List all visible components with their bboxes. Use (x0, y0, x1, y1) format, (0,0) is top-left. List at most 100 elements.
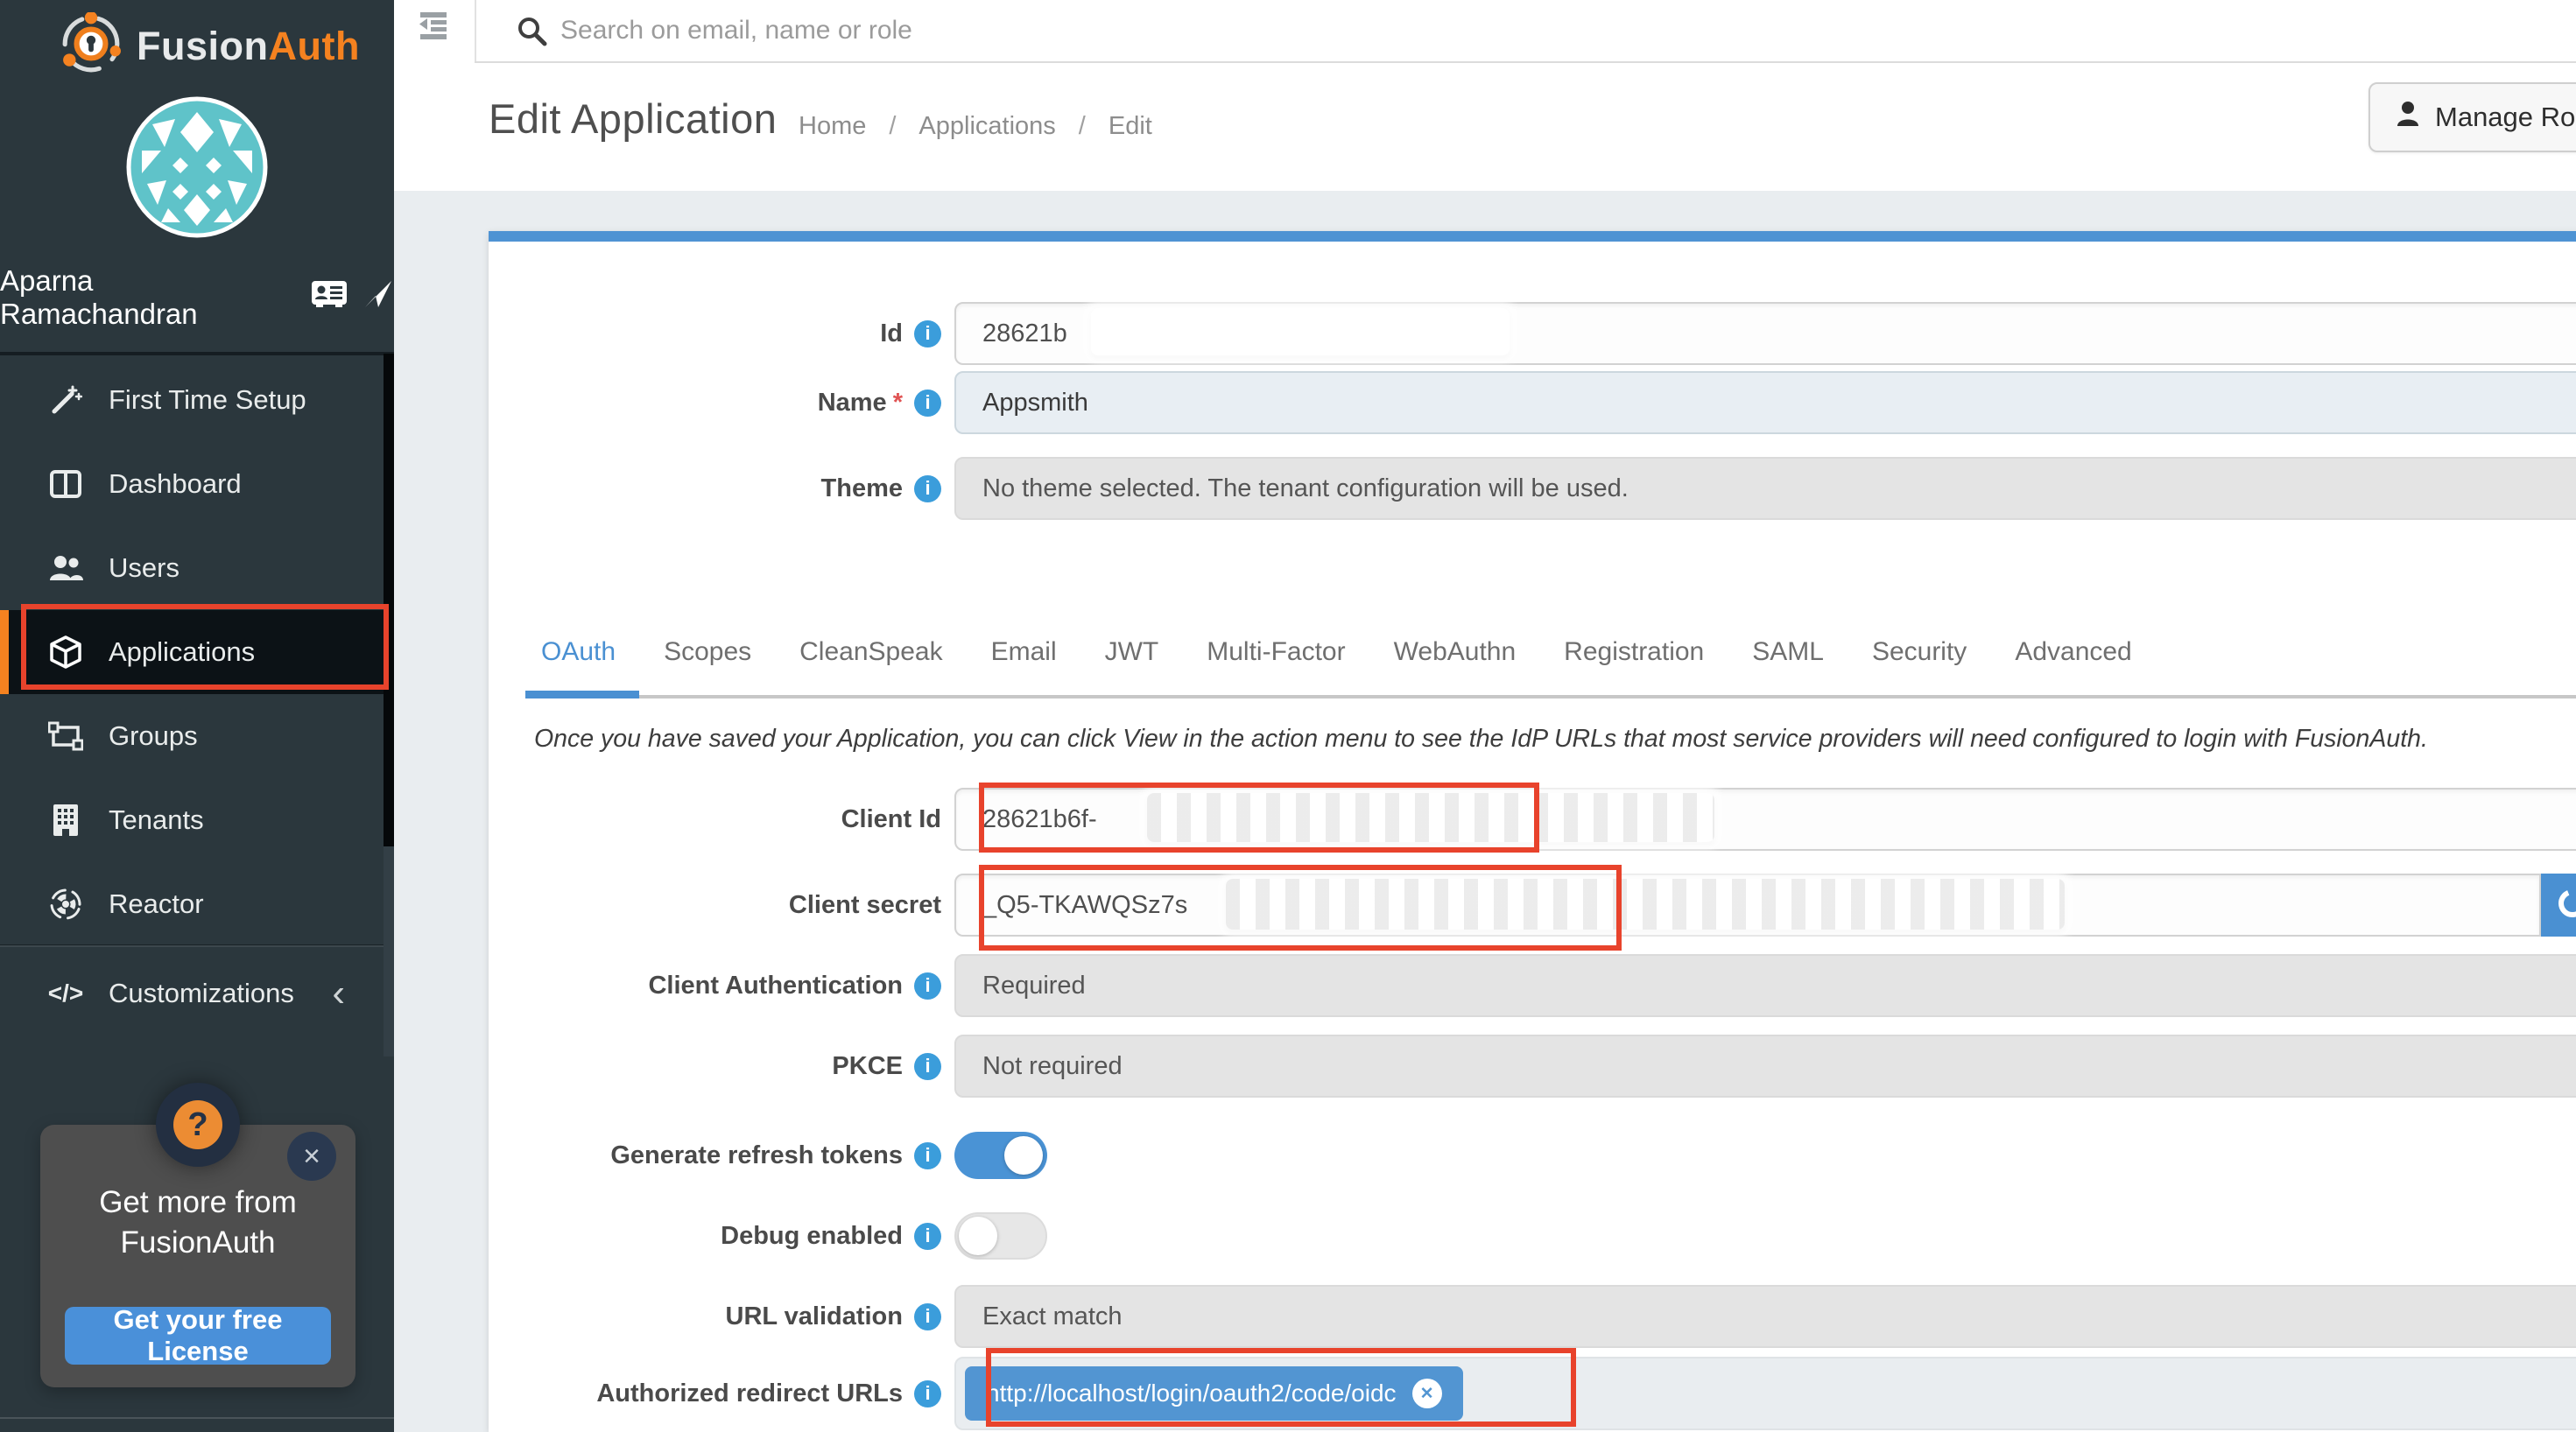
field-row-generate-refresh-tokens: Generate refresh tokensi (489, 1124, 2576, 1187)
tab-oauth[interactable]: OAuth (541, 637, 616, 667)
person-icon (2397, 101, 2419, 134)
tab-cleanspeak[interactable]: CleanSpeak (799, 637, 942, 667)
name-field[interactable]: Appsmith (954, 371, 2576, 434)
field-row-debug-enabled: Debug enabledi (489, 1204, 2576, 1267)
info-icon[interactable]: i (914, 390, 941, 417)
required-mark: * (893, 389, 903, 418)
question-mark-icon: ? (173, 1100, 222, 1149)
info-icon[interactable]: i (914, 475, 941, 502)
building-icon (47, 804, 84, 837)
fusionauth-logo-icon (60, 12, 123, 80)
collapse-sidebar-icon[interactable] (417, 11, 448, 40)
name-label: Name*i (489, 371, 941, 434)
field-row-client-authentication: Client Authenticationi Required (489, 954, 2576, 1017)
sidebar-divider-middle (0, 944, 394, 947)
field-row-id: Idi 28621b (489, 302, 2576, 365)
remove-tag-icon[interactable]: ✕ (1412, 1379, 1442, 1408)
send-icon[interactable] (362, 278, 394, 317)
redaction-overlay-client-id (1147, 793, 1714, 842)
authorized-redirect-urls-field[interactable]: http://localhost/login/oauth2/code/oidc … (954, 1357, 2576, 1430)
reactor-icon (47, 888, 84, 921)
sidebar-item-label: Customizations (109, 978, 294, 1009)
tab-security[interactable]: Security (1872, 637, 1967, 667)
generate-refresh-tokens-toggle[interactable] (954, 1132, 1047, 1179)
pkce-label: PKCEi (489, 1035, 941, 1098)
page-title: Edit Application (489, 95, 777, 143)
tab-registration[interactable]: Registration (1564, 637, 1704, 667)
user-avatar[interactable] (126, 96, 268, 238)
logo-text: FusionAuth (137, 24, 360, 69)
sidebar-item-reactor[interactable]: Reactor (0, 862, 384, 946)
sidebar-divider-bottom (0, 1417, 394, 1419)
client-authentication-select[interactable]: Required (954, 954, 2576, 1017)
breadcrumb-applications[interactable]: Applications (918, 112, 1055, 141)
info-icon[interactable]: i (914, 1303, 941, 1330)
field-row-pkce: PKCEi Not required (489, 1035, 2576, 1098)
tab-scopes[interactable]: Scopes (664, 637, 751, 667)
id-label: Idi (489, 302, 941, 365)
contact-card-icon[interactable] (312, 281, 347, 314)
get-free-license-button[interactable]: Get your free License (65, 1307, 331, 1365)
url-validation-select[interactable]: Exact match (954, 1285, 2576, 1348)
tab-jwt[interactable]: JWT (1105, 637, 1159, 667)
sidebar-item-groups[interactable]: Groups (0, 694, 384, 778)
info-icon[interactable]: i (914, 972, 941, 1000)
sidebar-item-label: Dashboard (109, 468, 242, 500)
sidebar-item-customizations[interactable]: </> Customizations ‹ (0, 951, 384, 1035)
tab-advanced[interactable]: Advanced (2015, 637, 2131, 667)
tab-email[interactable]: Email (991, 637, 1057, 667)
generate-refresh-tokens-label: Generate refresh tokensi (489, 1124, 941, 1187)
breadcrumb-separator: / (889, 112, 896, 141)
pkce-select[interactable]: Not required (954, 1035, 2576, 1098)
sidebar-item-applications[interactable]: Applications (0, 610, 394, 694)
manage-roles-label: Manage Roles (2435, 102, 2576, 133)
close-icon: × (303, 1140, 320, 1174)
field-row-name: Name*i Appsmith (489, 371, 2576, 434)
breadcrumb-home[interactable]: Home (799, 112, 866, 141)
sidebar-scrollbar-track[interactable] (384, 354, 394, 846)
sidebar-item-label: First Time Setup (109, 384, 306, 416)
field-row-theme: Themei No theme selected. The tenant con… (489, 457, 2576, 520)
tab-saml[interactable]: SAML (1752, 637, 1824, 667)
page-header: Edit Application Home / Applications / E… (394, 63, 2576, 191)
info-icon[interactable]: i (914, 320, 941, 347)
dashboard-icon (47, 470, 84, 498)
tab-multi-factor[interactable]: Multi-Factor (1207, 637, 1345, 667)
regenerate-secret-button[interactable] (2541, 874, 2576, 937)
sidebar-item-label: Reactor (109, 888, 204, 920)
client-authentication-label: Client Authenticationi (489, 954, 941, 1017)
help-bubble[interactable]: ? (156, 1083, 240, 1167)
toggle-knob (959, 1217, 997, 1255)
info-icon[interactable]: i (914, 1142, 941, 1169)
fusionauth-logo[interactable]: FusionAuth (60, 12, 360, 80)
sidebar: FusionAuth (0, 0, 394, 1432)
user-name: Aparna Ramachandran (0, 264, 296, 331)
tab-webauthn[interactable]: WebAuthn (1394, 637, 1517, 667)
refresh-icon (2553, 884, 2576, 927)
code-icon: </> (47, 979, 84, 1007)
magic-wand-icon (47, 383, 84, 417)
info-icon[interactable]: i (914, 1053, 941, 1080)
sidebar-scrollbar-thumb[interactable] (384, 846, 394, 1056)
oauth-note: Once you have saved your Application, yo… (534, 725, 2428, 754)
promo-card: ? × Get more from FusionAuth Get your fr… (40, 1125, 355, 1387)
sidebar-item-first-time-setup[interactable]: First Time Setup (0, 358, 384, 442)
manage-roles-button[interactable]: Manage Roles (2368, 82, 2576, 152)
promo-title: Get more from FusionAuth (40, 1183, 355, 1263)
promo-close-button[interactable]: × (287, 1132, 336, 1181)
info-icon[interactable]: i (914, 1223, 941, 1250)
debug-enabled-label: Debug enabledi (489, 1204, 941, 1267)
url-validation-label: URL validationi (489, 1285, 941, 1348)
breadcrumb: Home / Applications / Edit (799, 112, 1152, 141)
field-row-authorized-redirect-urls: Authorized redirect URLsi http://localho… (489, 1357, 2576, 1430)
client-id-label: Client Id (489, 788, 941, 851)
fusionauth-admin-page: FusionAuth (0, 0, 2576, 1432)
sidebar-item-tenants[interactable]: Tenants (0, 778, 384, 862)
redirect-url-tag[interactable]: http://localhost/login/oauth2/code/oidc … (965, 1366, 1463, 1421)
info-icon[interactable]: i (914, 1380, 941, 1407)
breadcrumb-separator: / (1079, 112, 1086, 141)
sidebar-item-users[interactable]: Users (0, 526, 384, 610)
debug-enabled-toggle[interactable] (954, 1212, 1047, 1260)
sidebar-item-dashboard[interactable]: Dashboard (0, 442, 384, 526)
search-input[interactable] (560, 0, 1436, 61)
